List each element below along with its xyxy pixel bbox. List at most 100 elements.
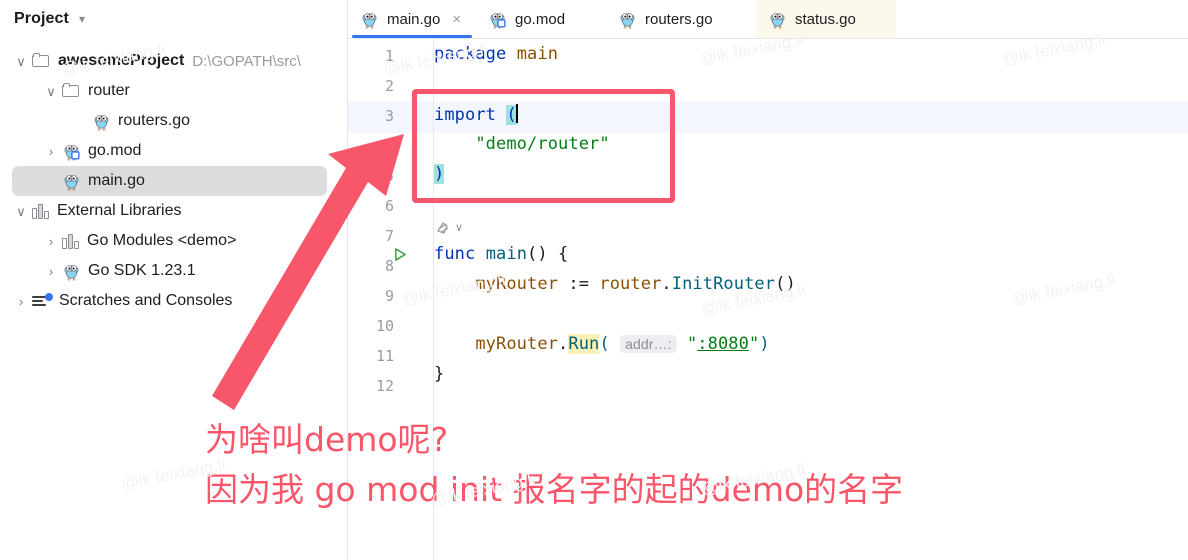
tab-label: status.go	[795, 10, 856, 28]
call-close-paren: )	[759, 334, 770, 354]
structure-gutter-icon[interactable]: ∨	[436, 220, 463, 236]
tree-item-label: router	[88, 82, 130, 99]
tree-item-router[interactable]: ∨ router	[0, 76, 347, 106]
dot-2: .	[558, 334, 569, 354]
go-gopher-icon	[94, 114, 109, 131]
addr-value: :8080	[697, 334, 749, 354]
chevron-right-icon[interactable]: ›	[40, 145, 62, 158]
func-signature-tail: () {	[527, 244, 569, 264]
chevron-right-icon[interactable]: ›	[10, 295, 32, 308]
tree-item-label: External Libraries	[57, 202, 182, 219]
go-gopher-icon	[620, 12, 635, 29]
folder-icon	[32, 53, 51, 69]
tab-status-go[interactable]: status.go	[756, 0, 896, 38]
go-file-icon	[62, 262, 81, 281]
tree-item-external-libraries[interactable]: ∨ External Libraries	[0, 196, 347, 226]
project-panel-header[interactable]: Project ▾	[0, 0, 347, 38]
func-name-main: main	[485, 244, 528, 264]
line-number: 6	[384, 197, 394, 215]
tab-routers-go[interactable]: routers.go	[606, 0, 756, 38]
call-run: Run	[568, 334, 600, 354]
tree-item-label: Scratches and Consoles	[59, 292, 233, 309]
tab-go-mod[interactable]: go.mod	[476, 0, 606, 38]
scratches-icon	[32, 293, 53, 309]
tree-item-go-mod[interactable]: › go.mod	[0, 136, 347, 166]
code-line-1: package main	[434, 44, 558, 64]
folder-icon	[32, 53, 51, 69]
inlay-param-hint-addr[interactable]: addr…:	[620, 335, 677, 353]
go-file-icon	[62, 172, 81, 191]
annotation-note-line-1: 为啥叫demo呢?	[205, 420, 449, 459]
chevron-right-icon[interactable]: ›	[40, 235, 62, 248]
line-number: 1	[384, 47, 394, 65]
quote-close: "	[748, 334, 760, 354]
tab-label: routers.go	[645, 10, 713, 28]
dot-1: .	[661, 274, 672, 294]
go-gopher-icon	[64, 264, 79, 281]
tree-item-scratches-and-consoles[interactable]: › Scratches and Consoles	[0, 286, 347, 316]
chevron-down-icon[interactable]: ∨	[10, 205, 32, 218]
close-paren: )	[434, 164, 445, 184]
import-path-string: "demo/router"	[475, 134, 610, 154]
tree-item-main-go[interactable]: main.go	[12, 166, 327, 196]
code-line-3: import (	[434, 104, 518, 125]
tree-item-label: go.mod	[88, 142, 142, 159]
tree-item-go-sdk-1-23-1[interactable]: › Go SDK 1.23.1	[0, 256, 347, 286]
run-gutter-icon[interactable]	[394, 247, 407, 262]
folder-icon	[62, 83, 81, 99]
line-number: 9	[384, 287, 394, 305]
code-line-4: "demo/router"	[434, 134, 610, 154]
close-icon[interactable]: ×	[452, 12, 461, 27]
go-file-icon	[768, 10, 787, 29]
code-line-7: func main() {	[434, 244, 568, 264]
go-gopher-icon	[64, 174, 79, 191]
keyword-import: import	[434, 105, 497, 125]
line-number: 11	[375, 347, 394, 365]
line-number: 12	[375, 377, 394, 395]
go-file-icon	[92, 112, 111, 131]
tree-item-awesomeproject[interactable]: ∨ awesomeProject D:\GOPATH\src\	[0, 46, 347, 76]
tree-item-label: main.go	[88, 172, 145, 189]
annotation-note-line-2: 因为我 go mod init 报名字的起的demo的名字	[205, 470, 904, 509]
line-number: 7	[384, 227, 394, 245]
library-icon	[32, 203, 50, 219]
chevron-down-icon[interactable]: ∨	[10, 55, 32, 68]
project-path-label: D:\GOPATH\src\	[192, 52, 301, 70]
line-number: 8	[384, 257, 394, 275]
project-tree: ∨ awesomeProject D:\GOPATH\src\ ∨ router rou…	[0, 38, 347, 316]
tree-item-go-modules-demo[interactable]: › Go Modules <demo>	[0, 226, 347, 256]
go-mod-icon	[62, 142, 81, 161]
library-icon	[32, 203, 50, 219]
go-file-icon	[618, 10, 637, 29]
tab-label: main.go	[387, 10, 441, 28]
call-initrouter: InitRouter	[671, 274, 776, 294]
code-line-5: )	[434, 164, 445, 184]
text-caret	[515, 104, 518, 123]
go-file-icon	[360, 10, 379, 29]
library-icon	[62, 233, 80, 249]
go-structure-icon	[437, 222, 449, 234]
folder-icon	[62, 83, 81, 99]
var-myrouter-2: myRouter	[475, 334, 559, 354]
line-number: 5	[384, 167, 394, 185]
pkg-router: router	[599, 274, 662, 294]
chevron-down-icon[interactable]: ▾	[79, 13, 85, 25]
tree-item-routers-go[interactable]: routers.go	[0, 106, 347, 136]
chevron-down-icon[interactable]: ∨	[455, 222, 463, 234]
scratches-icon	[32, 293, 53, 309]
closing-brace: }	[434, 364, 445, 384]
code-line-10: myRouter.Run( addr…: ":8080")	[434, 334, 770, 354]
chevron-right-icon[interactable]: ›	[40, 265, 62, 278]
go-gopher-icon	[64, 144, 80, 161]
go-gopher-icon	[362, 12, 377, 29]
chevron-down-icon[interactable]: ∨	[40, 85, 62, 98]
tab-main-go[interactable]: main.go ×	[348, 0, 476, 38]
package-name: main	[516, 44, 559, 64]
tree-item-label: awesomeProject	[58, 52, 185, 69]
line-number: 4	[384, 137, 394, 155]
line-number: 2	[384, 77, 394, 95]
tab-label: go.mod	[515, 10, 566, 28]
code-line-11: }	[434, 364, 444, 384]
